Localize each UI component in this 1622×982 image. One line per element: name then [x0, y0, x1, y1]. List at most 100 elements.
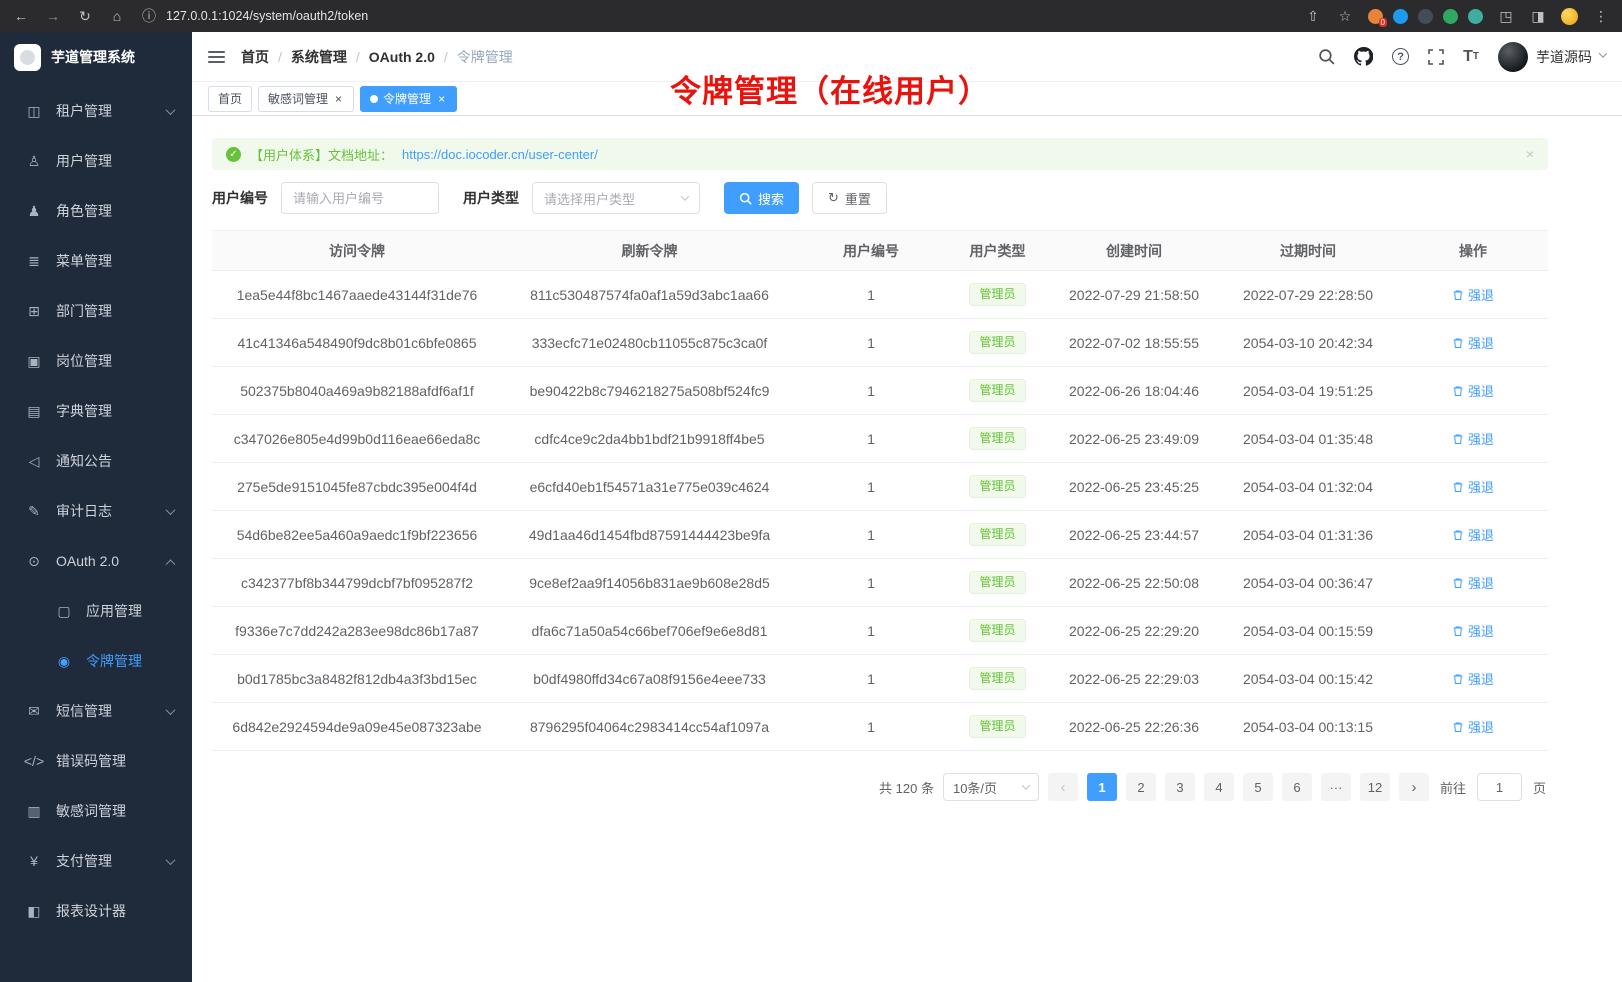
extension-orange-icon[interactable]: 0 — [1368, 9, 1383, 24]
refresh-token-cell: dfa6c71a50a54c66bef706ef9e6e8d81 — [502, 607, 797, 655]
browser-profile-avatar[interactable] — [1561, 8, 1578, 25]
sidebar-item[interactable]: ¥ 支付管理 — [0, 836, 192, 886]
address-bar[interactable]: ⓘ 127.0.0.1:1024/system/oauth2/token — [140, 6, 1290, 26]
extension-blue-icon[interactable] — [1393, 9, 1408, 24]
page-button[interactable]: 5 — [1243, 773, 1273, 801]
user-id-input[interactable] — [281, 182, 439, 214]
breadcrumb-item[interactable]: 令牌管理 — [457, 47, 513, 67]
back-button[interactable]: ← — [12, 8, 30, 24]
page-button[interactable]: 2 — [1126, 773, 1156, 801]
sidebar-item[interactable]: ✉ 短信管理 — [0, 686, 192, 736]
user-type-tag: 管理员 — [969, 571, 1025, 595]
doc-alert: ✓ 【用户体系】文档地址： https://doc.iocoder.cn/use… — [212, 138, 1548, 170]
view-tab[interactable]: 首页 × — [208, 86, 252, 112]
sidebar-item[interactable]: ▤ 字典管理 — [0, 386, 192, 436]
breadcrumb-item[interactable]: 系统管理 — [291, 47, 347, 67]
expire-time-cell: 2054-03-04 01:31:36 — [1218, 511, 1398, 559]
force-logout-button[interactable]: 强退 — [1452, 525, 1494, 544]
sidebar-item[interactable]: ▥ 敏感词管理 — [0, 786, 192, 836]
sidebar-item[interactable]: ◫ 租户管理 — [0, 86, 192, 136]
goto-page-input[interactable] — [1477, 773, 1522, 801]
extensions-puzzle-icon[interactable]: ◳ — [1497, 8, 1515, 25]
search-button[interactable]: 搜索 — [724, 182, 799, 214]
sidebar-item-label: 应用管理 — [86, 601, 142, 621]
alert-close-icon[interactable]: × — [1526, 146, 1534, 162]
force-logout-button[interactable]: 强退 — [1452, 717, 1494, 736]
page-button[interactable]: 4 — [1204, 773, 1234, 801]
github-icon[interactable] — [1354, 47, 1373, 66]
user-type-tag: 管理员 — [969, 523, 1025, 547]
force-logout-label: 强退 — [1468, 717, 1494, 736]
forward-button[interactable]: → — [44, 8, 62, 24]
view-tab[interactable]: 敏感词管理 × — [258, 86, 354, 112]
action-cell: 强退 — [1398, 367, 1548, 415]
share-icon[interactable]: ⇧ — [1304, 8, 1322, 25]
page-content: ✓ 【用户体系】文档地址： https://doc.iocoder.cn/use… — [192, 116, 1622, 982]
search-icon[interactable] — [1318, 48, 1335, 65]
tab-label: 敏感词管理 — [268, 90, 328, 107]
panel-toggle-icon[interactable]: ◨ — [1529, 8, 1547, 25]
sidebar-item[interactable]: ♟ 角色管理 — [0, 186, 192, 236]
close-icon[interactable]: × — [333, 92, 344, 106]
url-text: 127.0.0.1:1024/system/oauth2/token — [166, 9, 368, 23]
force-logout-button[interactable]: 强退 — [1452, 669, 1494, 688]
help-icon[interactable]: ? — [1392, 48, 1409, 65]
sidebar-collapse-button[interactable] — [208, 51, 225, 63]
sidebar-item-label: 部门管理 — [56, 301, 112, 321]
fullscreen-icon[interactable] — [1428, 49, 1444, 65]
reload-button[interactable]: ↻ — [76, 8, 94, 25]
force-logout-button[interactable]: 强退 — [1452, 285, 1494, 304]
extension-green-icon[interactable] — [1443, 9, 1458, 24]
force-logout-button[interactable]: 强退 — [1452, 381, 1494, 400]
doc-link[interactable]: https://doc.iocoder.cn/user-center/ — [402, 147, 598, 162]
sidebar-item[interactable]: ≣ 菜单管理 — [0, 236, 192, 286]
extension-teal-icon[interactable] — [1468, 9, 1483, 24]
force-logout-button[interactable]: 强退 — [1452, 477, 1494, 496]
site-info-icon[interactable]: ⓘ — [140, 6, 158, 26]
page-button[interactable]: › — [1399, 773, 1429, 801]
refresh-token-cell: 9ce8ef2aa9f14056b831ae9b608e28d5 — [502, 559, 797, 607]
sidebar-item[interactable]: ◉ 令牌管理 — [0, 636, 192, 686]
force-logout-button[interactable]: 强退 — [1452, 429, 1494, 448]
page-button[interactable]: 12 — [1360, 773, 1390, 801]
view-tab[interactable]: 令牌管理 × — [360, 86, 457, 112]
sidebar-item[interactable]: ♙ 用户管理 — [0, 136, 192, 186]
close-icon[interactable]: × — [436, 92, 447, 106]
sidebar-item[interactable]: </> 错误码管理 — [0, 736, 192, 786]
sidebar-item[interactable]: ◧ 报表设计器 — [0, 886, 192, 936]
bookmark-star-icon[interactable]: ☆ — [1336, 8, 1354, 25]
page-button[interactable]: ‹ — [1048, 773, 1078, 801]
user-menu[interactable]: 芋道源码 — [1498, 42, 1606, 72]
sidebar-item[interactable]: ▣ 岗位管理 — [0, 336, 192, 386]
action-cell: 强退 — [1398, 703, 1548, 751]
active-dot-icon — [370, 95, 378, 103]
kebab-menu-icon[interactable]: ⋮ — [1592, 8, 1610, 25]
home-button[interactable]: ⌂ — [108, 8, 126, 24]
user-id-cell: 1 — [797, 655, 945, 703]
force-logout-button[interactable]: 强退 — [1452, 333, 1494, 352]
page-button[interactable]: 3 — [1165, 773, 1195, 801]
page-size-select[interactable]: 10条/页 — [943, 773, 1039, 801]
role-menu-icon: ♟ — [22, 203, 46, 220]
user-type-cell: 管理员 — [945, 271, 1050, 319]
page-button[interactable]: 1 — [1087, 773, 1117, 801]
sidebar-item[interactable]: ✎ 审计日志 — [0, 486, 192, 536]
font-size-icon[interactable]: TT — [1463, 48, 1479, 66]
breadcrumb-item[interactable]: OAuth 2.0 — [369, 49, 435, 65]
app-logo[interactable]: 芋道管理系统 — [0, 32, 192, 82]
force-logout-button[interactable]: 强退 — [1452, 573, 1494, 592]
force-logout-button[interactable]: 强退 — [1452, 621, 1494, 640]
breadcrumb-item[interactable]: 首页 — [241, 47, 269, 67]
extension-dark-icon[interactable] — [1418, 9, 1433, 24]
page-button[interactable]: 6 — [1282, 773, 1312, 801]
expire-time-cell: 2054-03-04 00:13:15 — [1218, 703, 1398, 751]
sidebar-item[interactable]: ⊙ OAuth 2.0 — [0, 536, 192, 586]
page-button[interactable]: ··· — [1321, 773, 1351, 801]
sidebar-item[interactable]: ▢ 应用管理 — [0, 586, 192, 636]
reset-button[interactable]: ↻ 重置 — [812, 182, 887, 214]
user-type-select[interactable]: 请选择用户类型 — [532, 182, 700, 214]
sidebar-item[interactable]: ◁ 通知公告 — [0, 436, 192, 486]
user-type-tag: 管理员 — [969, 379, 1025, 403]
sidebar-item[interactable]: ⊞ 部门管理 — [0, 286, 192, 336]
report-designer-menu-icon: ◧ — [22, 903, 46, 920]
